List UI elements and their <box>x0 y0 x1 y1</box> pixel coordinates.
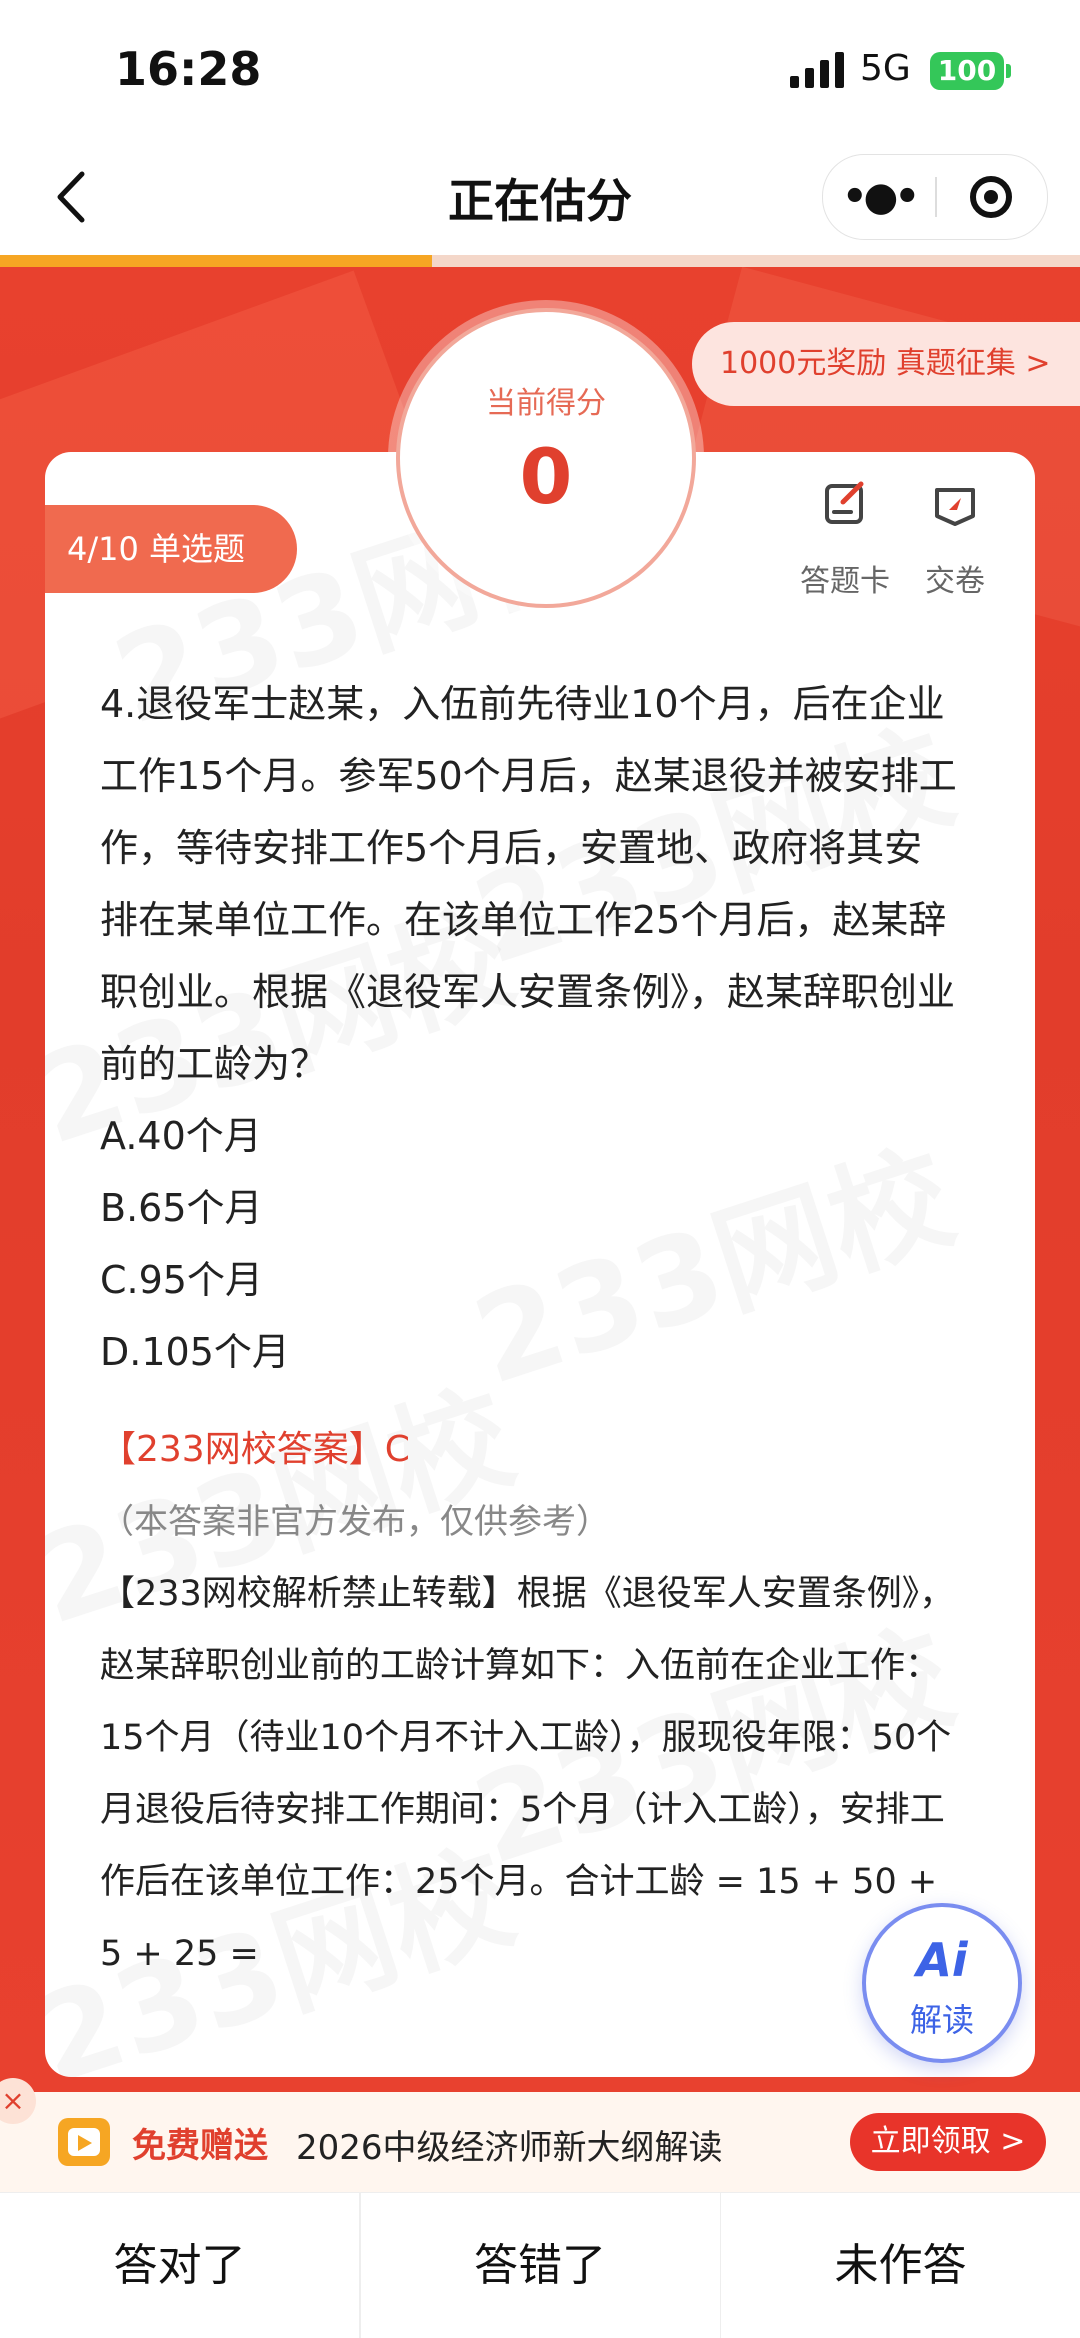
progress-fill <box>0 255 432 267</box>
submit-button[interactable]: 交卷 <box>900 480 1010 600</box>
answer-disclaimer: （本答案非官方发布，仅供参考） <box>100 1502 610 1542</box>
question-content: 4.退役军士赵某，入伍前先待业10个月，后在企业工作15个月。参军50个月后，赵… <box>100 668 960 1990</box>
more-dots-icon: •●• <box>841 174 920 220</box>
signal-icon <box>790 52 846 88</box>
promo-bar: × 免费赠送 2026中级经济师新大纲解读 立即领取 > <box>0 2078 1080 2192</box>
battery-tip <box>1006 64 1011 78</box>
answer-sheet-button[interactable]: 答题卡 <box>790 480 900 600</box>
answer-sheet-label: 答题卡 <box>800 564 890 599</box>
submit-label: 交卷 <box>925 564 985 599</box>
ai-explain-label: 解读 <box>909 2001 974 2039</box>
video-icon <box>58 2118 110 2166</box>
progress-bar <box>0 255 1080 267</box>
promo-text: 2026中级经济师新大纲解读 <box>296 2128 723 2168</box>
reward-banner[interactable]: 1000元奖励 真题征集 > <box>692 322 1080 406</box>
score-label: 当前得分 <box>486 386 606 421</box>
answer-sheet-icon <box>825 481 864 524</box>
more-button[interactable]: •●• <box>823 155 935 239</box>
unanswered-button[interactable]: 未作答 <box>721 2193 1080 2338</box>
answered-correct-button[interactable]: 答对了 <box>0 2193 359 2338</box>
score-badge: 当前得分 0 <box>396 308 696 608</box>
network-type: 5G <box>860 48 911 89</box>
option-b[interactable]: B.65个月 <box>100 1172 960 1244</box>
close-miniapp-button[interactable] <box>935 155 1047 239</box>
ai-logo-icon: Ai <box>916 1933 968 1987</box>
option-c[interactable]: C.95个月 <box>100 1244 960 1316</box>
answer-text: 【233网校答案】C <box>100 1429 410 1470</box>
status-bar: 16:28 5G 100 <box>0 0 1080 140</box>
battery-icon: 100 <box>930 52 1004 90</box>
claim-now-button[interactable]: 立即领取 > <box>850 2113 1046 2171</box>
nav-bar: 正在估分 •●• <box>0 140 1080 255</box>
target-icon <box>970 176 1012 218</box>
submit-icon <box>935 488 975 526</box>
miniapp-capsule: •●• <box>822 154 1048 240</box>
question-type-tag: 4/10 单选题 <box>45 505 297 593</box>
question-text: 4.退役军士赵某，入伍前先待业10个月，后在企业工作15个月。参军50个月后，赵… <box>100 682 957 1086</box>
analysis-text: 【233网校解析禁止转载】根据《退役军人安置条例》，赵某辞职创业前的工龄计算如下… <box>100 1574 955 1974</box>
score-value: 0 <box>519 432 573 521</box>
option-a[interactable]: A.40个月 <box>100 1100 960 1172</box>
status-time: 16:28 <box>115 42 262 96</box>
promo-free-label: 免费赠送 <box>132 2126 268 2166</box>
option-d[interactable]: D.105个月 <box>100 1316 960 1388</box>
ai-explain-button[interactable]: Ai 解读 <box>862 1903 1022 2063</box>
answered-wrong-button[interactable]: 答错了 <box>361 2193 720 2338</box>
bottom-action-bar: 答对了 答错了 未作答 <box>0 2192 1080 2338</box>
